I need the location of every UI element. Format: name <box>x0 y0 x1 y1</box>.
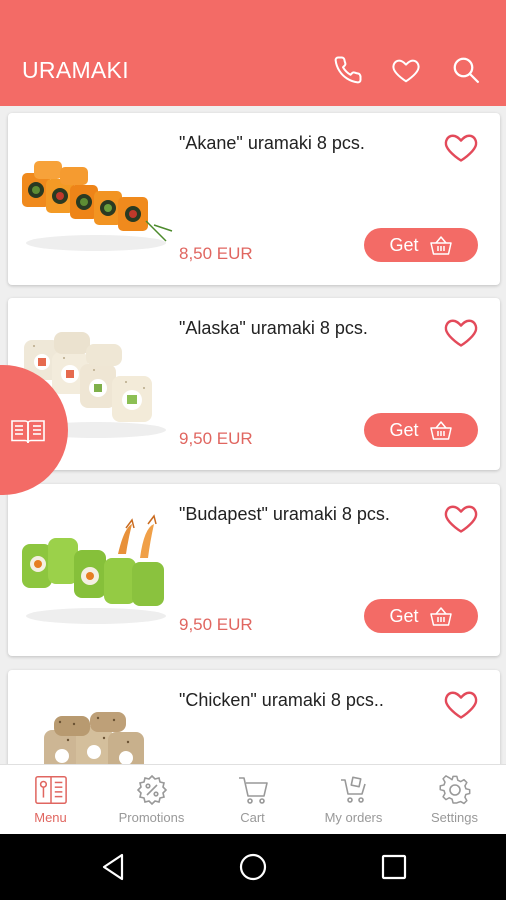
product-price: 9,50 EUR <box>179 615 253 634</box>
nav-promotions[interactable]: Promotions <box>101 765 202 835</box>
cart-icon <box>238 777 268 804</box>
basket-icon <box>429 421 452 440</box>
nav-menu[interactable]: Menu <box>0 765 101 835</box>
phone-icon[interactable] <box>331 53 365 87</box>
orders-cart-icon <box>340 776 366 803</box>
product-card[interactable]: "Akane" uramaki 8 pcs. 8,50 EUR Get <box>8 113 500 285</box>
product-card[interactable]: "Alaska" uramaki 8 pcs. 9,50 EUR Get <box>8 298 500 470</box>
open-book-icon <box>11 420 45 444</box>
product-image <box>44 712 144 764</box>
nav-settings[interactable]: Settings <box>404 765 505 835</box>
product-name: "Chicken" uramaki 8 pcs.. <box>179 690 384 710</box>
page-title: URAMAKI <box>22 57 129 83</box>
nav-promotions-label: Promotions <box>118 810 185 825</box>
product-price: 8,50 EUR <box>179 244 253 263</box>
back-icon[interactable] <box>98 851 130 883</box>
favorites-heart-icon[interactable] <box>389 53 423 87</box>
bottom-navigation: Menu Promotions Cart My orders Settings <box>0 764 506 834</box>
heart-outline-icon[interactable] <box>443 314 479 350</box>
nav-menu-label: Menu <box>34 810 67 825</box>
heart-outline-icon[interactable] <box>443 129 479 165</box>
basket-icon <box>429 607 452 626</box>
get-button-label: Get <box>389 605 419 626</box>
product-image <box>22 514 166 624</box>
product-image <box>22 161 173 251</box>
get-button-label: Get <box>389 419 419 440</box>
gear-icon <box>438 775 470 805</box>
nav-cart[interactable]: Cart <box>202 765 303 835</box>
get-button[interactable]: Get <box>364 228 478 262</box>
get-button[interactable]: Get <box>364 599 478 633</box>
nav-settings-label: Settings <box>431 810 478 825</box>
nav-my-orders-label: My orders <box>324 810 383 825</box>
nav-my-orders[interactable]: My orders <box>303 765 404 835</box>
basket-icon <box>429 236 452 255</box>
get-button[interactable]: Get <box>364 413 478 447</box>
recents-icon[interactable] <box>378 851 410 883</box>
search-icon[interactable] <box>449 53 483 87</box>
system-navigation-bar <box>0 834 506 900</box>
product-card[interactable]: "Budapest" uramaki 8 pcs. 9,50 EUR Get <box>8 484 500 656</box>
product-name: "Budapest" uramaki 8 pcs. <box>179 504 390 524</box>
product-name: "Akane" uramaki 8 pcs. <box>179 133 365 153</box>
product-list: "Akane" uramaki 8 pcs. 8,50 EUR Get "Ala… <box>0 106 506 764</box>
heart-outline-icon[interactable] <box>443 686 479 722</box>
menu-book-icon <box>34 776 67 804</box>
nav-cart-label: Cart <box>240 810 265 825</box>
get-button-label: Get <box>389 234 419 255</box>
app-header: URAMAKI <box>0 0 506 106</box>
product-name: "Alaska" uramaki 8 pcs. <box>179 318 368 338</box>
product-card[interactable]: "Chicken" uramaki 8 pcs.. <box>8 670 500 764</box>
heart-outline-icon[interactable] <box>443 500 479 536</box>
home-icon[interactable] <box>237 851 269 883</box>
percent-badge-icon <box>136 774 167 806</box>
product-price: 9,50 EUR <box>179 429 253 448</box>
